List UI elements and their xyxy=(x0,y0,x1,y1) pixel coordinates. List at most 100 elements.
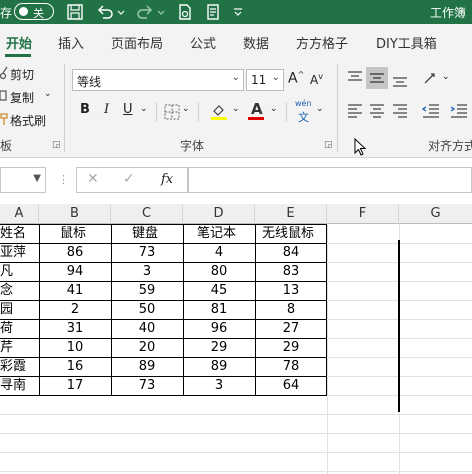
table-cell[interactable]: 念 xyxy=(0,281,39,301)
font-color-dropdown-icon[interactable]: ⌄ xyxy=(270,104,278,114)
insert-function-button[interactable]: fx xyxy=(161,172,173,187)
table-cell[interactable]: 73 xyxy=(111,376,183,396)
table-cell[interactable]: 73 xyxy=(111,243,183,263)
text-orientation-icon[interactable] xyxy=(422,69,440,87)
table-cell[interactable]: 86 xyxy=(39,243,111,263)
fill-color-dropdown-icon[interactable]: ⌄ xyxy=(232,104,240,114)
tab-diy-toolbox[interactable]: DIY工具箱 xyxy=(376,33,437,52)
table-cell[interactable]: 10 xyxy=(39,338,111,358)
font-color-button[interactable]: A xyxy=(251,100,263,118)
border-icon[interactable] xyxy=(164,104,180,120)
table-cell[interactable]: 2 xyxy=(39,300,111,320)
table-cell[interactable]: 81 xyxy=(183,300,255,320)
redo-dropdown-icon[interactable] xyxy=(156,3,166,21)
table-cell[interactable]: 芹 xyxy=(0,338,39,358)
table-cell[interactable]: 80 xyxy=(183,262,255,282)
table-cell[interactable]: 8 xyxy=(255,300,327,320)
column-header-d[interactable]: D xyxy=(183,204,255,224)
tab-insert[interactable]: 插入 xyxy=(58,33,84,52)
chevron-down-icon[interactable]: ▼ xyxy=(33,173,41,184)
tab-formulas[interactable]: 公式 xyxy=(190,33,216,52)
table-cell[interactable]: 29 xyxy=(255,338,327,358)
tab-data[interactable]: 数据 xyxy=(243,33,269,52)
table-cell[interactable]: 31 xyxy=(39,319,111,339)
table-cell[interactable]: 27 xyxy=(255,319,327,339)
table-cell[interactable]: 荷 xyxy=(0,319,39,339)
table-cell[interactable]: 89 xyxy=(183,357,255,377)
font-launcher-icon[interactable]: ◲ xyxy=(324,140,333,150)
underline-button[interactable]: U xyxy=(123,102,133,117)
fill-color-icon[interactable] xyxy=(210,102,228,120)
column-header-f[interactable]: F xyxy=(327,204,399,224)
increase-indent-icon[interactable] xyxy=(450,102,468,118)
table-cell[interactable]: 16 xyxy=(39,357,111,377)
column-header-e[interactable]: E xyxy=(255,204,327,224)
print-icon[interactable] xyxy=(204,3,222,21)
header-cell-wireless-mouse[interactable]: 无线鼠标 xyxy=(255,224,327,244)
table-cell[interactable]: 78 xyxy=(255,357,327,377)
cancel-icon[interactable]: ✕ xyxy=(87,171,99,187)
column-header-b[interactable]: B xyxy=(39,204,111,224)
shrink-font-button[interactable]: Av xyxy=(310,72,323,87)
customize-toolbar-icon[interactable] xyxy=(232,3,244,21)
font-name-select[interactable]: 等线 ⌄ xyxy=(72,69,244,91)
table-cell[interactable]: 园 xyxy=(0,300,39,320)
clipboard-launcher-icon[interactable]: ◲ xyxy=(52,140,61,150)
align-top-icon[interactable] xyxy=(347,70,363,86)
column-header-g[interactable]: G xyxy=(399,204,472,224)
redo-icon[interactable] xyxy=(136,3,154,21)
table-cell[interactable]: 寻南 xyxy=(0,376,39,396)
table-cell[interactable]: 4 xyxy=(183,243,255,263)
table-cell[interactable]: 84 xyxy=(255,243,327,263)
table-cell[interactable]: 41 xyxy=(39,281,111,301)
grow-font-button[interactable]: A^ xyxy=(288,70,304,87)
print-preview-icon[interactable] xyxy=(176,3,194,21)
tab-page-layout[interactable]: 页面布局 xyxy=(111,33,163,52)
decrease-indent-icon[interactable] xyxy=(422,102,440,118)
table-cell[interactable]: 64 xyxy=(255,376,327,396)
orientation-dropdown-icon[interactable]: ⌄ xyxy=(442,72,450,82)
table-cell[interactable]: 59 xyxy=(111,281,183,301)
align-bottom-icon[interactable] xyxy=(392,72,408,88)
table-cell[interactable]: 29 xyxy=(183,338,255,358)
table-cell[interactable]: 亚萍 xyxy=(0,243,39,263)
align-center-icon[interactable] xyxy=(369,102,385,118)
table-cell[interactable]: 45 xyxy=(183,281,255,301)
header-cell-laptop[interactable]: 笔记本 xyxy=(183,224,255,244)
table-cell[interactable]: 40 xyxy=(111,319,183,339)
header-cell-name[interactable]: 姓名 xyxy=(0,224,39,244)
table-cell[interactable]: 3 xyxy=(183,376,255,396)
copy-button[interactable]: 复制 xyxy=(10,89,34,106)
align-right-icon[interactable] xyxy=(392,102,408,118)
formula-input[interactable] xyxy=(188,167,472,193)
table-cell[interactable]: 89 xyxy=(111,357,183,377)
align-middle-icon[interactable] xyxy=(369,70,385,86)
format-painter-button[interactable]: 格式刷 xyxy=(10,112,46,129)
tab-fangfang[interactable]: 方方格子 xyxy=(296,33,348,52)
bold-button[interactable]: B xyxy=(80,102,90,117)
tab-home[interactable]: 开始 xyxy=(6,33,32,52)
table-cell[interactable]: 彩霞 xyxy=(0,357,39,377)
font-size-select[interactable]: 11 ⌄ xyxy=(246,69,284,91)
phonetic-dropdown-icon[interactable]: ⌄ xyxy=(316,104,324,114)
header-cell-keyboard[interactable]: 键盘 xyxy=(111,224,183,244)
phonetic-guide-button[interactable]: 文 xyxy=(298,109,309,125)
header-cell-mouse[interactable]: 鼠标 xyxy=(39,224,111,244)
table-cell[interactable]: 凡 xyxy=(0,262,39,282)
undo-dropdown-icon[interactable] xyxy=(116,3,126,21)
table-cell[interactable]: 17 xyxy=(39,376,111,396)
table-cell[interactable]: 20 xyxy=(111,338,183,358)
name-box[interactable]: ▼ xyxy=(0,167,46,193)
column-header-a[interactable]: A xyxy=(0,204,39,224)
underline-dropdown-icon[interactable]: ⌄ xyxy=(140,104,148,114)
column-header-c[interactable]: C xyxy=(111,204,183,224)
table-cell[interactable]: 3 xyxy=(111,262,183,282)
table-cell[interactable]: 96 xyxy=(183,319,255,339)
copy-dropdown-icon[interactable]: ⌄ xyxy=(44,89,52,99)
autosave-toggle[interactable]: 关 xyxy=(14,3,54,20)
cut-button[interactable]: 剪切 xyxy=(10,66,34,83)
italic-button[interactable]: I xyxy=(104,102,109,117)
undo-icon[interactable] xyxy=(96,3,114,21)
table-cell[interactable]: 13 xyxy=(255,281,327,301)
table-cell[interactable]: 94 xyxy=(39,262,111,282)
